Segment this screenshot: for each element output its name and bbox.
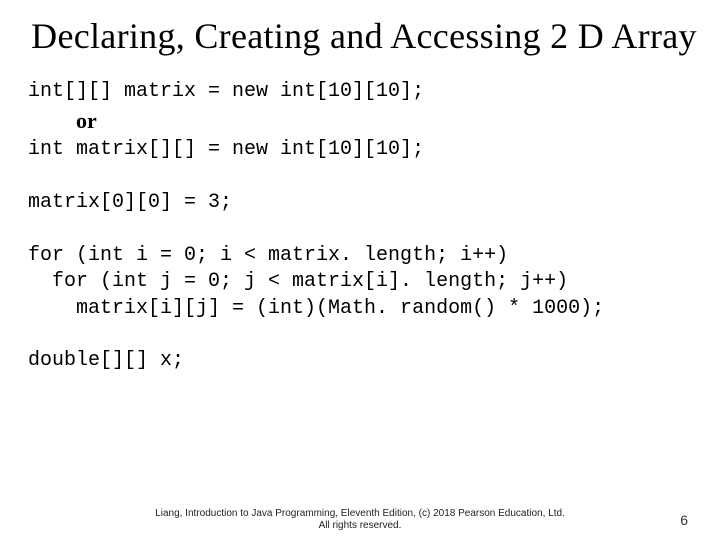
slide: Declaring, Creating and Accessing 2 D Ar… (0, 0, 720, 540)
code-block: int[][] matrix = new int[10][10]; or int… (28, 79, 700, 374)
code-line-6: matrix[i][j] = (int)(Math. random() * 10… (28, 297, 604, 320)
page-number: 6 (680, 512, 688, 528)
slide-title: Declaring, Creating and Accessing 2 D Ar… (28, 16, 700, 57)
footer: Liang, Introduction to Java Programming,… (0, 508, 720, 532)
code-or: or (76, 108, 97, 133)
code-line-7: double[][] x; (28, 349, 184, 372)
code-line-4: for (int i = 0; i < matrix. length; i++) (28, 244, 508, 267)
code-line-5: for (int j = 0; j < matrix[i]. length; j… (28, 270, 568, 293)
code-line-3: matrix[0][0] = 3; (28, 191, 232, 214)
footer-line-2: All rights reserved. (319, 520, 402, 531)
footer-line-1: Liang, Introduction to Java Programming,… (155, 508, 565, 519)
code-line-1: int[][] matrix = new int[10][10]; (28, 80, 424, 103)
code-line-2: int matrix[][] = new int[10][10]; (28, 138, 424, 161)
